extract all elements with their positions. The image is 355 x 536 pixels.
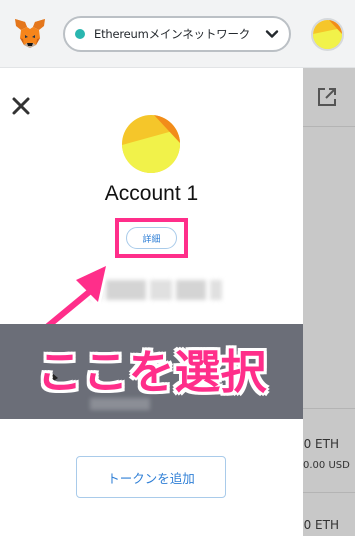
add-token-button[interactable]: トークンを追加 <box>76 456 226 498</box>
details-button[interactable]: 詳細 <box>126 227 177 249</box>
annotation-caption: ここを選択 <box>36 345 267 399</box>
account-avatar-button[interactable] <box>311 18 344 51</box>
network-status-dot <box>75 29 85 39</box>
popout-icon[interactable] <box>315 85 339 109</box>
account-identicon <box>122 115 180 173</box>
close-icon[interactable] <box>9 94 33 118</box>
identicon-icon <box>313 20 342 49</box>
identicon-icon <box>122 115 180 173</box>
divider <box>303 408 355 409</box>
network-label: Ethereumメインネットワーク <box>94 27 251 41</box>
network-selector[interactable]: Ethereumメインネットワーク <box>63 16 291 52</box>
eth-balance-secondary: 0 ETH <box>303 518 339 532</box>
divider <box>303 126 355 127</box>
eth-balance: 0 ETH <box>303 437 339 451</box>
chevron-down-icon <box>265 30 279 38</box>
app-header: Ethereumメインネットワーク <box>0 0 355 68</box>
divider <box>303 492 355 493</box>
usd-balance: 0.00 USD <box>303 460 350 471</box>
account-name: Account 1 <box>104 182 199 205</box>
metamask-fox-icon[interactable] <box>12 16 48 52</box>
